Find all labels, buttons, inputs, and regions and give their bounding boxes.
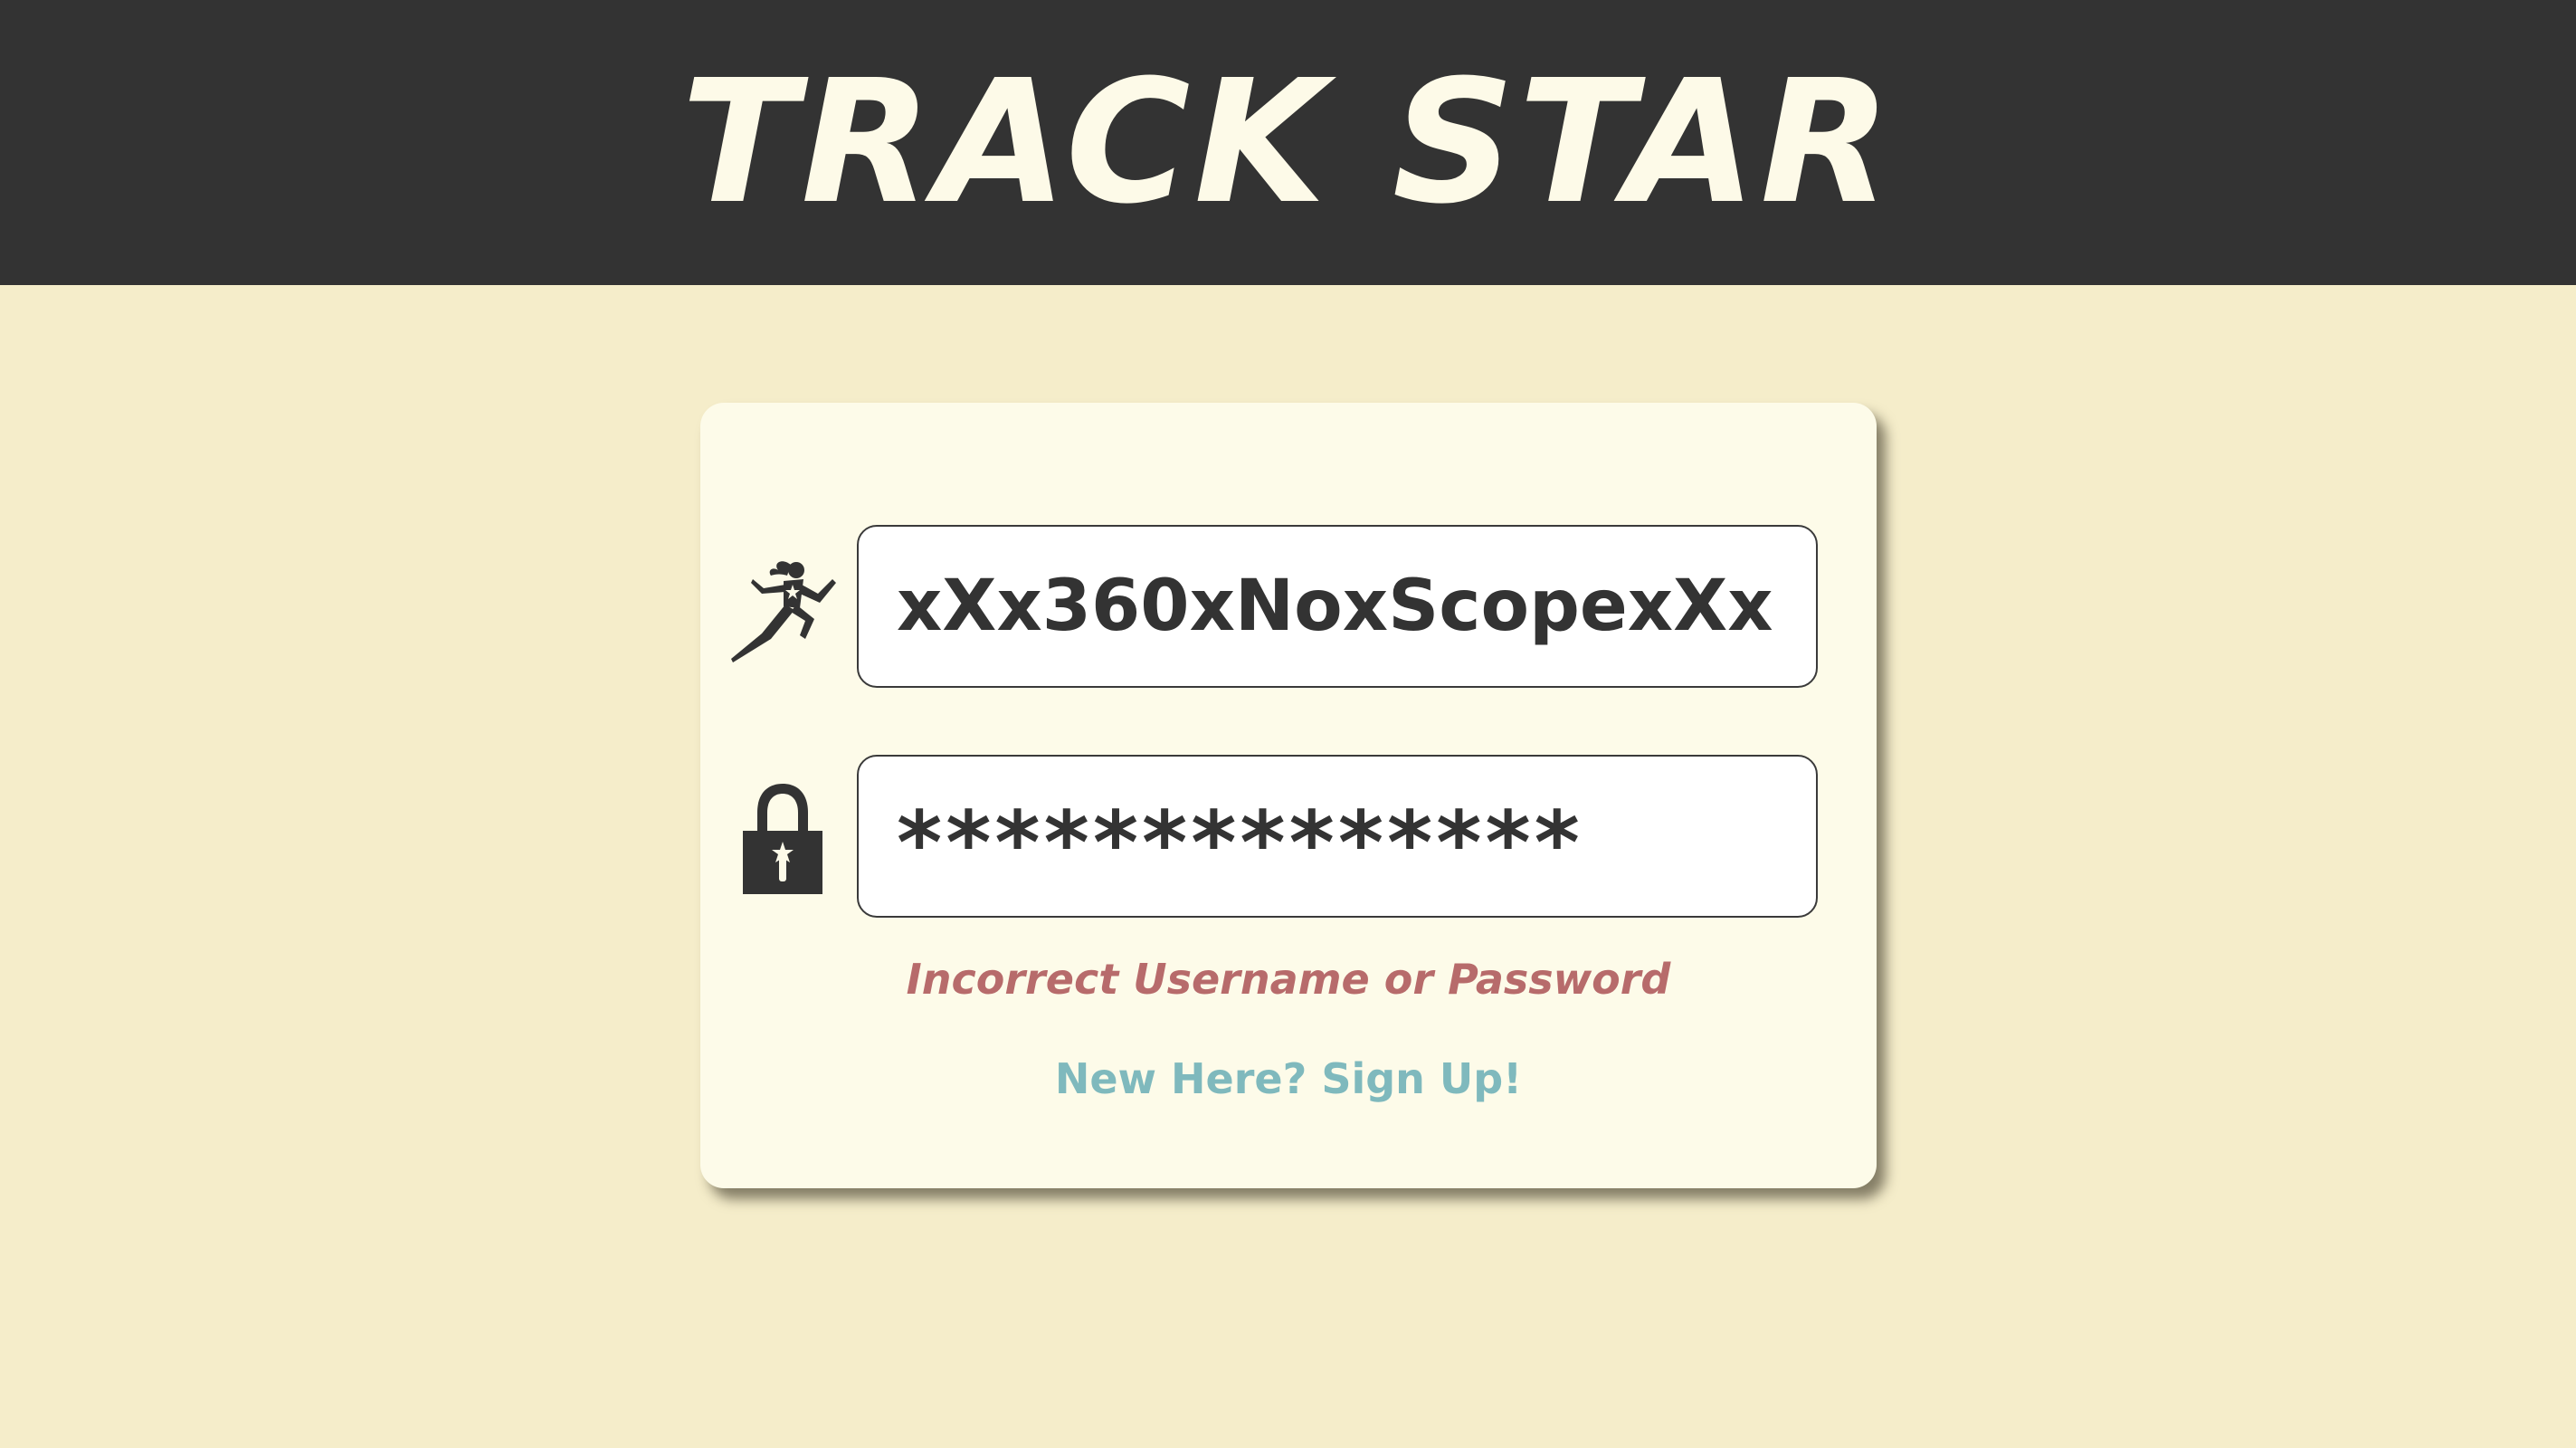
header-bar: TRACK STAR — [0, 0, 2576, 285]
password-value: ************** — [897, 793, 1583, 894]
error-message: Incorrect Username or Password — [906, 955, 1671, 1004]
login-card: xXx360xNoxScopexXx ************** Incorr… — [700, 403, 1877, 1188]
runner-icon — [731, 561, 836, 662]
username-field[interactable]: xXx360xNoxScopexXx — [857, 525, 1818, 688]
app-title: TRACK STAR — [680, 43, 1896, 242]
password-field[interactable]: ************** — [857, 755, 1818, 918]
lock-icon — [743, 784, 822, 894]
signup-link[interactable]: New Here? Sign Up! — [700, 1054, 1877, 1103]
username-value: xXx360xNoxScopexXx — [897, 566, 1773, 647]
